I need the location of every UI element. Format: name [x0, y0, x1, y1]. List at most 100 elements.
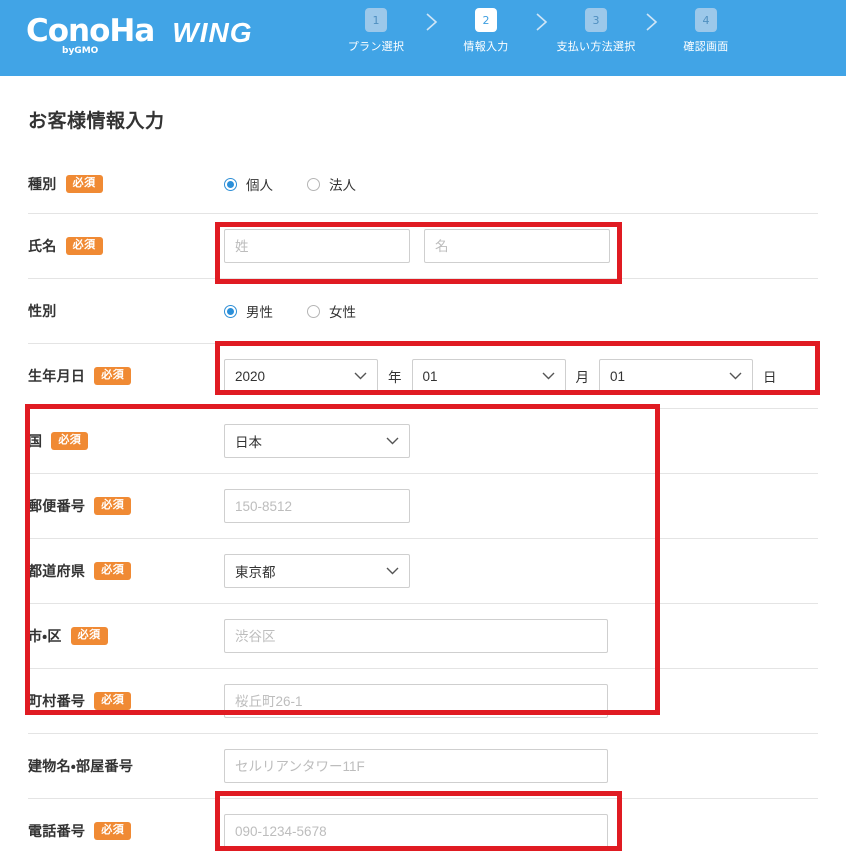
- chevron-down-icon: [386, 567, 399, 575]
- logo-brand-label: ConoHa: [26, 13, 155, 49]
- form-label-phone: 電話番号 必須: [28, 821, 224, 841]
- form-row-birthday: 生年月日 必須 2020 年 01 月 01 日: [28, 343, 818, 408]
- type-radio-individual-label: 個人: [246, 178, 273, 193]
- birth-day-unit: 日: [763, 370, 777, 385]
- form-row-prefecture: 都道府県 必須 東京都: [28, 538, 818, 603]
- form-row-type: 種別 必須 個人 法人: [28, 155, 818, 213]
- prefecture-fields: 東京都: [224, 554, 410, 588]
- form-label-name-text: 氏名: [28, 238, 57, 254]
- site-header: ConoHa byGMO WING 1 プラン選択 2 情報入力 3 支払い方法…: [0, 0, 846, 76]
- phone-input[interactable]: [224, 814, 608, 848]
- type-radio-individual[interactable]: 個人: [224, 174, 273, 194]
- birth-month-select[interactable]: 01: [411, 359, 566, 393]
- city-fields: [224, 619, 608, 653]
- country-value: 日本: [235, 435, 262, 450]
- birthday-fields: 2020 年 01 月 01 日: [224, 359, 787, 393]
- gender-radio-group[interactable]: 男性 女性: [224, 301, 390, 321]
- birth-day-select[interactable]: 01: [599, 359, 753, 393]
- chevron-right-icon: [522, 8, 560, 32]
- form-label-name: 氏名 必須: [28, 236, 224, 256]
- step-label: 支払い方法選択: [556, 41, 636, 53]
- step-number: 4: [695, 8, 717, 32]
- chevron-down-icon: [729, 372, 742, 380]
- radio-icon: [307, 177, 320, 191]
- customer-info-form: 種別 必須 個人 法人 氏名 必須 姓 名 性別 男性 女性 生年月日 必須 2…: [28, 155, 818, 863]
- form-label-country-text: 国: [28, 433, 43, 449]
- form-label-prefecture: 都道府県 必須: [28, 561, 224, 581]
- form-row-name: 氏名 必須: [28, 213, 818, 278]
- last-name-input[interactable]: [224, 229, 410, 263]
- form-label-city-text: 市・区: [28, 628, 62, 644]
- type-radio-corporate-label: 法人: [329, 178, 356, 193]
- gender-radio-male[interactable]: 男性: [224, 301, 273, 321]
- town-fields: [224, 684, 608, 718]
- step-number: 2: [475, 8, 497, 32]
- chevron-down-icon: [354, 372, 367, 380]
- form-label-type-text: 種別: [28, 176, 57, 192]
- birth-day-value: 01: [610, 368, 626, 384]
- chevron-down-icon: [542, 372, 555, 380]
- required-badge: 必須: [65, 175, 103, 193]
- required-badge: 必須: [70, 627, 108, 645]
- logo-bygmo-label: byGMO: [62, 46, 99, 56]
- required-badge: 必須: [94, 562, 132, 580]
- form-row-gender: 性別 男性 女性: [28, 278, 818, 343]
- gender-radio-male-label: 男性: [246, 305, 273, 320]
- required-badge: 必須: [51, 432, 89, 450]
- gender-radio-female[interactable]: 女性: [307, 301, 356, 321]
- logo-brand-text: ConoHa byGMO: [26, 13, 155, 56]
- step-plan-select[interactable]: 1 プラン選択: [340, 8, 412, 54]
- form-label-prefecture-text: 都道府県: [28, 563, 86, 579]
- postal-fields: [224, 489, 410, 523]
- conoha-wing-logo[interactable]: ConoHa byGMO WING: [26, 13, 253, 56]
- required-badge: 必須: [94, 497, 132, 515]
- form-label-postal-text: 郵便番号: [28, 498, 86, 514]
- required-badge: 必須: [65, 237, 103, 255]
- step-label: 確認画面: [683, 41, 729, 53]
- type-radio-corporate[interactable]: 法人: [307, 174, 356, 194]
- country-select[interactable]: 日本: [224, 424, 410, 458]
- required-badge: 必須: [94, 822, 132, 840]
- city-input[interactable]: [224, 619, 608, 653]
- phone-fields: [224, 814, 608, 848]
- step-payment-select[interactable]: 3 支払い方法選択: [556, 8, 635, 54]
- form-label-town-text: 町村番号: [28, 693, 86, 709]
- prefecture-select[interactable]: 東京都: [224, 554, 410, 588]
- postal-code-input[interactable]: [224, 489, 410, 523]
- form-row-building: 建物名・部屋番号: [28, 733, 818, 798]
- form-label-gender-text: 性別: [28, 303, 57, 319]
- form-label-postal: 郵便番号 必須: [28, 496, 224, 516]
- form-label-birthday: 生年月日 必須: [28, 366, 224, 386]
- step-label: 情報入力: [463, 41, 509, 53]
- chevron-down-icon: [386, 437, 399, 445]
- building-fields: [224, 749, 608, 783]
- building-input[interactable]: [224, 749, 608, 783]
- town-input[interactable]: [224, 684, 608, 718]
- checkout-step-indicator: 1 プラン選択 2 情報入力 3 支払い方法選択 4 確認画面: [340, 8, 742, 54]
- required-badge: 必須: [94, 367, 132, 385]
- form-row-country: 国 必須 日本: [28, 408, 818, 473]
- step-confirmation[interactable]: 4 確認画面: [670, 8, 742, 54]
- form-row-city: 市・区 必須: [28, 603, 818, 668]
- form-label-gender: 性別: [28, 301, 224, 321]
- first-name-input[interactable]: [424, 229, 610, 263]
- birth-year-select[interactable]: 2020: [224, 359, 378, 393]
- form-row-town: 町村番号 必須: [28, 668, 818, 733]
- form-row-postal: 郵便番号 必須: [28, 473, 818, 538]
- logo-product-label: WING: [172, 17, 253, 48]
- chevron-right-icon: [632, 8, 670, 32]
- birth-month-value: 01: [422, 368, 438, 384]
- form-label-city: 市・区 必須: [28, 626, 224, 646]
- name-fields: [224, 229, 610, 263]
- chevron-right-icon: [412, 8, 450, 32]
- radio-icon: [224, 304, 237, 318]
- form-label-building-text: 建物名・部屋番号: [28, 758, 134, 774]
- step-info-input[interactable]: 2 情報入力: [450, 8, 522, 54]
- birth-year-value: 2020: [235, 368, 266, 384]
- type-radio-group[interactable]: 個人 法人: [224, 174, 390, 194]
- radio-icon: [307, 304, 320, 318]
- birth-month-unit: 月: [575, 370, 590, 385]
- prefecture-value: 東京都: [235, 565, 276, 580]
- step-number: 3: [585, 8, 607, 32]
- step-number: 1: [365, 8, 387, 32]
